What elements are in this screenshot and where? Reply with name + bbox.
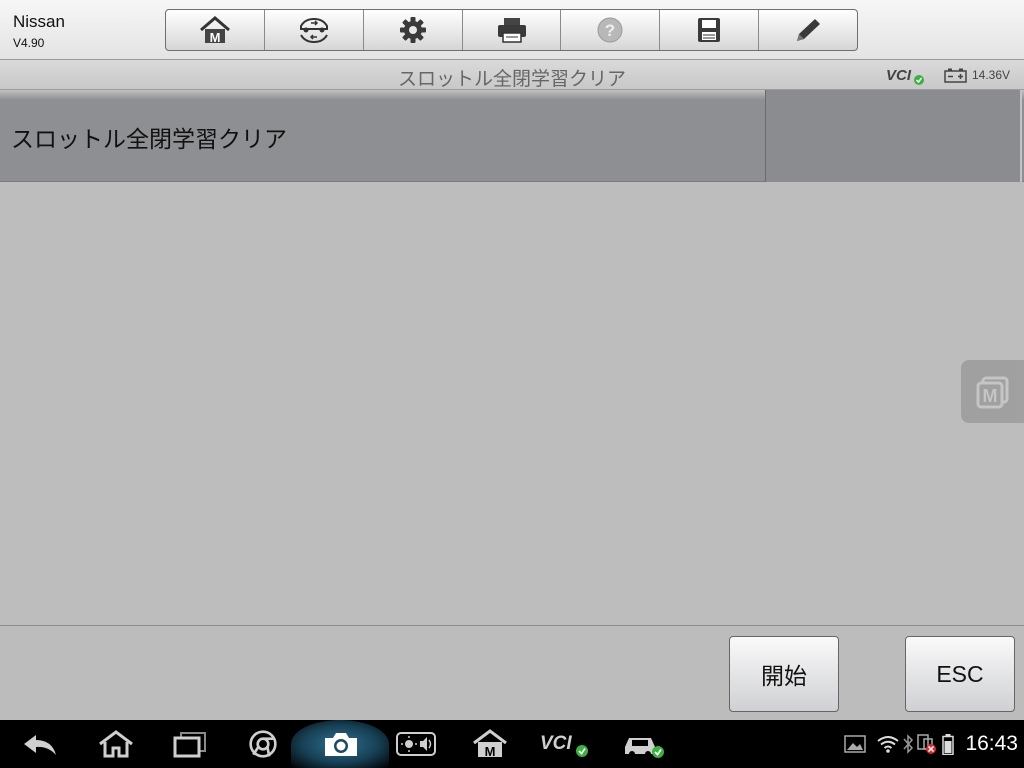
vci-nav-icon: VCI (540, 733, 588, 757)
bottom-action-bar: 開始 ESC (0, 625, 1024, 720)
maxisys-home-button[interactable]: M (472, 728, 508, 760)
wifi-icon (877, 736, 899, 753)
camera-icon (325, 733, 357, 756)
home-nav-icon (99, 730, 133, 758)
svg-text:M: M (982, 386, 997, 406)
function-list-item-label: スロットル全閉学習クリア (11, 127, 287, 153)
help-icon: ? (597, 17, 623, 43)
function-list-item[interactable]: スロットル全閉学習クリア (0, 90, 1024, 182)
floating-menu-button[interactable]: M (961, 360, 1024, 423)
vci-connected-icon: VCI (886, 67, 924, 85)
toolbar-settings-button[interactable] (364, 10, 463, 50)
vci-manager-button[interactable]: VCI (540, 728, 590, 760)
vehicle-swap-icon (299, 17, 328, 44)
bluetooth-icon (903, 734, 914, 754)
maxisys-home-icon: M (473, 729, 507, 759)
car-icon (625, 738, 664, 758)
network-disconnected-icon (917, 734, 936, 754)
gear-icon (399, 17, 426, 43)
main-toolbar: M ? (165, 9, 858, 51)
battery-voltage-icon (944, 68, 967, 83)
function-list-item-value-cell (766, 90, 1022, 182)
battery-voltage-value: 14.36V (972, 68, 1011, 82)
screenshot-button[interactable] (321, 728, 361, 760)
back-arrow-icon (24, 735, 56, 755)
esc-button[interactable]: ESC (905, 636, 1015, 712)
vci-label: VCI (886, 67, 912, 84)
toolbar-help-button[interactable]: ? (561, 10, 661, 50)
home-nav-button[interactable] (96, 728, 136, 760)
toolbar-save-button[interactable] (660, 10, 760, 50)
battery-icon (942, 734, 954, 755)
recent-apps-icon (173, 732, 206, 758)
toolbar-vehicle-swap-button[interactable] (265, 10, 364, 50)
home-icon: M (199, 16, 230, 45)
brightness-volume-button[interactable] (396, 728, 436, 760)
content-area (0, 182, 1024, 625)
vehicle-make-label: Nissan (13, 12, 65, 31)
vci-nav-label: VCI (540, 733, 572, 754)
toolbar-home-button[interactable]: M (166, 10, 265, 50)
floating-m-icon: M (976, 376, 1008, 408)
pencil-icon (797, 19, 821, 41)
recent-apps-button[interactable] (170, 728, 210, 760)
svg-text:M: M (210, 30, 221, 45)
software-version-label: V4.90 (13, 36, 45, 50)
gallery-notification-icon (844, 735, 866, 753)
toolbar-edit-button[interactable] (759, 10, 857, 50)
system-clock: 16:43 (965, 732, 1018, 755)
header-bar: Nissan V4.90 M ? (0, 0, 1024, 60)
vehicle-status-button[interactable] (622, 728, 666, 760)
start-button[interactable]: 開始 (729, 636, 839, 712)
svg-text:?: ? (605, 21, 615, 40)
brightness-volume-icon (396, 732, 436, 756)
printer-icon (497, 18, 526, 43)
page-title: スロットル全閉学習クリア (397, 68, 626, 90)
function-title-bar: スロットル全閉学習クリア VCI 14.36V (0, 60, 1024, 90)
back-button[interactable] (20, 728, 60, 760)
status-bar: 16:43 (834, 720, 1024, 768)
save-icon (698, 18, 721, 42)
system-navigation-bar: M VCI 16:43 (0, 720, 1024, 768)
browser-app-button[interactable] (246, 728, 280, 760)
browser-icon (249, 730, 277, 758)
svg-text:M: M (485, 744, 496, 759)
toolbar-print-button[interactable] (463, 10, 562, 50)
